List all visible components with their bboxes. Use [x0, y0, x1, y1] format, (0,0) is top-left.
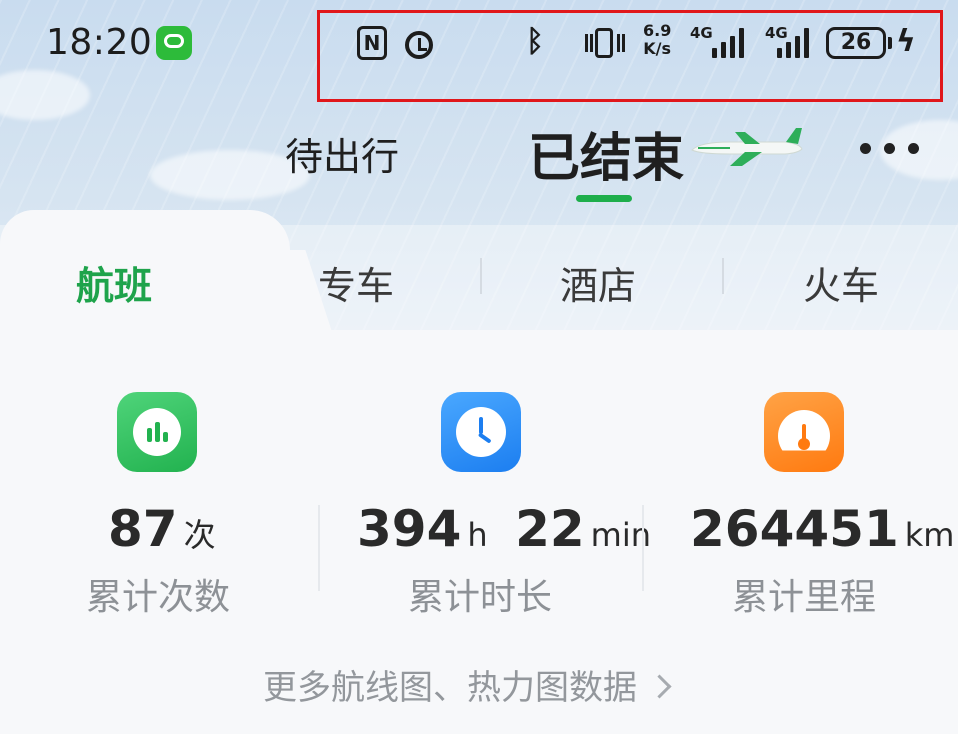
alarm-icon	[402, 26, 436, 60]
tab-train[interactable]: 火车	[803, 255, 879, 310]
tab-divider	[480, 258, 482, 294]
vibrate-icon	[585, 26, 625, 60]
charging-icon: ϟ	[896, 24, 916, 59]
stat-divider	[642, 505, 644, 591]
clock-icon	[441, 392, 521, 472]
more-options-button[interactable]	[858, 138, 920, 158]
message-icon	[156, 26, 192, 60]
chart-icon	[117, 392, 197, 472]
nfc-icon: N	[357, 26, 387, 60]
battery-icon: 26	[826, 27, 886, 59]
tab-ended[interactable]: 已结束	[528, 116, 684, 191]
stat-distance-value: 264451 km	[690, 500, 955, 558]
speedometer-icon	[764, 392, 844, 472]
signal-icon-1	[712, 26, 752, 58]
stat-duration-value: 394 h 22 min	[357, 500, 652, 558]
tab-divider	[722, 258, 724, 294]
tab-pending[interactable]: 待出行	[285, 126, 399, 181]
active-tab-indicator	[576, 195, 632, 202]
tab-hotel[interactable]: 酒店	[560, 255, 636, 310]
stat-distance-label: 累计里程	[732, 577, 877, 618]
tab-car[interactable]: 专车	[318, 255, 394, 310]
tab-flight[interactable]: 航班	[76, 255, 152, 310]
stat-count-label: 累计次数	[86, 577, 231, 618]
stat-divider	[318, 505, 320, 591]
airplane-icon	[691, 128, 803, 166]
signal-icon-2	[777, 26, 817, 58]
more-data-link[interactable]: 更多航线图、热力图数据	[263, 660, 672, 709]
stat-count-value: 87 次	[108, 500, 216, 558]
battery-tip	[888, 37, 892, 49]
network-type-1: 4G	[690, 24, 713, 42]
status-time: 18:20	[46, 22, 153, 63]
chevron-right-icon	[647, 674, 672, 699]
stat-duration-label: 累计时长	[408, 577, 553, 618]
bluetooth-icon: ᛒ	[526, 24, 544, 59]
network-speed: 6.9 K/s	[643, 21, 672, 58]
